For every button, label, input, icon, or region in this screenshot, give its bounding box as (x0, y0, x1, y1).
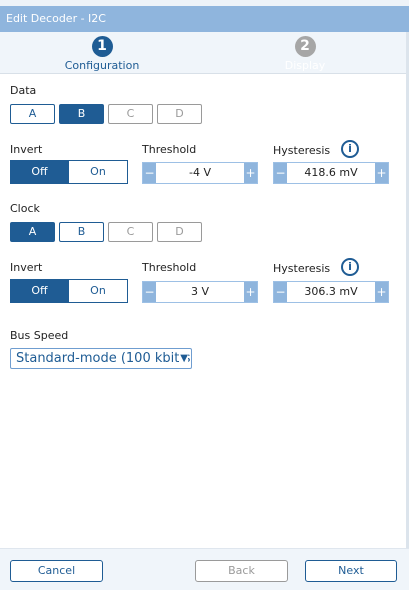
clock-hysteresis-decrement[interactable]: − (274, 282, 287, 302)
data-threshold-decrement[interactable]: − (143, 163, 156, 183)
bus-speed-label: Bus Speed (10, 329, 69, 342)
data-hysteresis-increment[interactable]: + (375, 163, 388, 183)
clock-label: Clock (10, 202, 40, 215)
clock-threshold-decrement[interactable]: − (143, 282, 156, 302)
step-display[interactable]: 2 Display (245, 36, 365, 72)
clock-hysteresis-stepper: − 306.3 mV + (273, 281, 389, 303)
clock-hysteresis-info-icon[interactable]: i (341, 258, 359, 276)
data-invert-off[interactable]: Off (10, 160, 69, 184)
step-1-label: Configuration (64, 59, 140, 72)
clock-channel-b[interactable]: B (59, 222, 104, 242)
data-hysteresis-decrement[interactable]: − (274, 163, 287, 183)
data-threshold-value[interactable]: -4 V (156, 163, 244, 183)
clock-channel-c[interactable]: C (108, 222, 153, 242)
data-hysteresis-label: Hysteresis (273, 144, 331, 157)
data-label: Data (10, 84, 37, 97)
data-channel-b[interactable]: B (59, 104, 104, 124)
next-button[interactable]: Next (305, 560, 397, 582)
data-channel-d[interactable]: D (157, 104, 202, 124)
data-threshold-stepper: − -4 V + (142, 162, 258, 184)
step-2-number: 2 (294, 36, 316, 57)
clock-hysteresis-value[interactable]: 306.3 mV (287, 282, 375, 302)
data-hysteresis-value[interactable]: 418.6 mV (287, 163, 375, 183)
wizard-steps: 1 Configuration 2 Display (0, 32, 409, 74)
data-channel-a[interactable]: A (10, 104, 55, 124)
data-hysteresis-stepper: − 418.6 mV + (273, 162, 389, 184)
clock-channel-a[interactable]: A (10, 222, 55, 242)
cancel-button[interactable]: Cancel (10, 560, 103, 582)
clock-channel-d[interactable]: D (157, 222, 202, 242)
step-1-number: 1 (91, 36, 113, 57)
data-hysteresis-info-icon[interactable]: i (341, 140, 359, 158)
back-button[interactable]: Back (195, 560, 288, 582)
clock-threshold-stepper: − 3 V + (142, 281, 258, 303)
bus-speed-value: Standard-mode (100 kbit/s) (16, 351, 192, 366)
title-bar: Edit Decoder - I2C (0, 6, 409, 32)
clock-invert-on[interactable]: On (68, 279, 128, 303)
clock-threshold-label: Threshold (142, 261, 197, 274)
window-title: Edit Decoder - I2C (6, 12, 106, 25)
clock-hysteresis-label: Hysteresis (273, 262, 331, 275)
clock-invert-label: Invert (10, 261, 43, 274)
clock-hysteresis-increment[interactable]: + (375, 282, 388, 302)
data-threshold-increment[interactable]: + (244, 163, 257, 183)
bus-speed-select[interactable]: Standard-mode (100 kbit/s) ▼ (10, 348, 192, 369)
data-channel-c[interactable]: C (108, 104, 153, 124)
data-threshold-label: Threshold (142, 143, 197, 156)
clock-invert-off[interactable]: Off (10, 279, 69, 303)
step-2-label: Display (284, 59, 326, 72)
clock-threshold-increment[interactable]: + (244, 282, 257, 302)
data-invert-label: Invert (10, 143, 43, 156)
footer: Cancel Back Next (0, 548, 409, 590)
chevron-down-icon: ▼ (179, 349, 188, 368)
step-configuration[interactable]: 1 Configuration (42, 36, 162, 72)
clock-threshold-value[interactable]: 3 V (156, 282, 244, 302)
data-invert-on[interactable]: On (68, 160, 128, 184)
